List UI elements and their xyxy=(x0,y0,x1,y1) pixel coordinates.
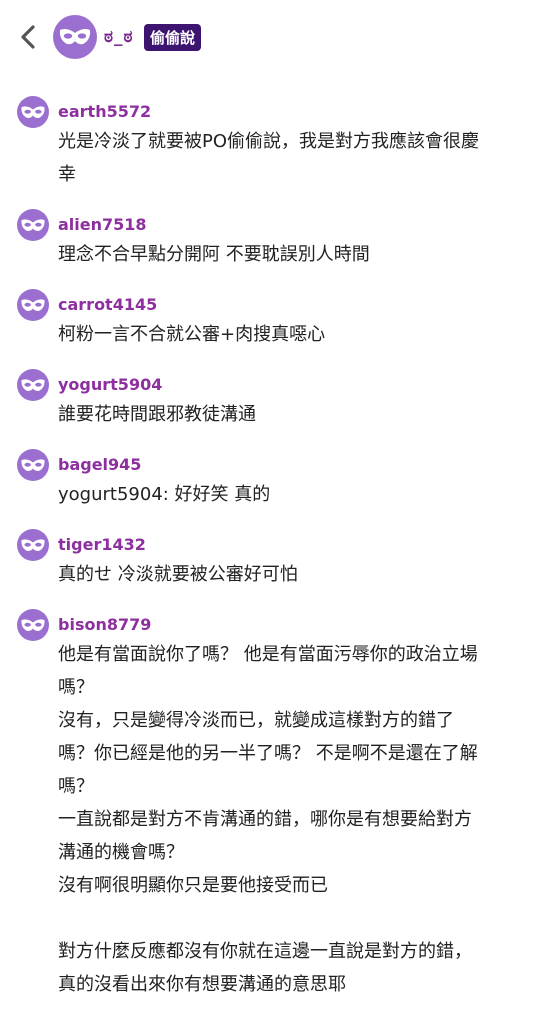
avatar[interactable] xyxy=(17,209,49,241)
comment-line: 沒有啊很明顯你只是要他接受而已 xyxy=(58,875,328,896)
chevron-left-icon[interactable] xyxy=(14,22,44,52)
board-name[interactable]: ಠ_ಠ xyxy=(104,27,134,47)
comment-line: 誰要花時間跟邪教徒溝通 xyxy=(58,404,256,425)
comment-username[interactable]: earth5572 xyxy=(58,92,550,126)
comment-text: yogurt5904: 好好笑 真的 xyxy=(58,478,528,511)
mask-icon xyxy=(21,298,45,311)
mask-icon xyxy=(21,618,45,631)
header: ಠ_ಠ 偷偷說 xyxy=(0,0,550,76)
comment-line: 柯粉一言不合就公審+肉搜真噁心 xyxy=(58,324,326,345)
comment-username[interactable]: tiger1432 xyxy=(58,525,550,559)
comment-line: 真的沒看出來你有想要溝通的意思耶 xyxy=(58,974,346,995)
comment-item: tiger1432 真的せ 冷淡就要被公審好可怕 xyxy=(0,525,550,591)
mask-icon xyxy=(21,458,45,471)
avatar[interactable] xyxy=(17,96,49,128)
avatar[interactable] xyxy=(53,15,97,59)
comment-item: yogurt5904 誰要花時間跟邪教徒溝通 xyxy=(0,365,550,431)
comment-text: 真的せ 冷淡就要被公審好可怕 xyxy=(58,558,528,591)
comment-username[interactable]: yogurt5904 xyxy=(58,365,550,399)
mask-icon xyxy=(59,29,91,45)
comment-text: 柯粉一言不合就公審+肉搜真噁心 xyxy=(58,318,528,351)
comment-line: 嗎？你已經是他的另一半了嗎？ 不是啊不是還在了解 xyxy=(58,743,478,764)
comment-text: 他是有當面說你了嗎？ 他是有當面污辱你的政治立場 嗎？ 沒有，只是變得冷淡而已，就變… xyxy=(58,638,528,1001)
avatar[interactable] xyxy=(17,609,49,641)
comment-line: 溝通的機會嗎？ xyxy=(58,842,184,863)
mask-icon xyxy=(21,378,45,391)
mask-icon xyxy=(21,218,45,231)
comment-item: bagel945 yogurt5904: 好好笑 真的 xyxy=(0,445,550,511)
comment-text: 理念不合早點分開阿 不要耽誤別人時間 xyxy=(58,238,528,271)
comment-username[interactable]: alien7518 xyxy=(58,205,550,239)
comment-username[interactable]: bison8779 xyxy=(58,605,550,639)
comment-username[interactable]: carrot4145 xyxy=(58,285,550,319)
comment-item: alien7518 理念不合早點分開阿 不要耽誤別人時間 xyxy=(0,205,550,271)
board-badge[interactable]: 偷偷說 xyxy=(144,24,202,51)
comment-list: earth5572 光是冷淡了就要被PO偷偷說，我是對方我應該會很慶幸 alien7… xyxy=(0,92,550,1015)
avatar[interactable] xyxy=(17,369,49,401)
comment-line: 光是冷淡了就要被PO偷偷說，我是對方我應該會很慶 xyxy=(58,131,480,152)
comment-line: 嗎？ xyxy=(58,776,94,797)
comment-item: bison8779 他是有當面說你了嗎？ 他是有當面污辱你的政治立場 嗎？ 沒有，只是… xyxy=(0,605,550,1001)
mask-icon xyxy=(21,538,45,551)
comment-item: earth5572 光是冷淡了就要被PO偷偷說，我是對方我應該會很慶幸 xyxy=(0,92,550,191)
comment-line: yogurt5904: 好好笑 真的 xyxy=(58,484,271,505)
avatar[interactable] xyxy=(17,449,49,481)
comment-line: 對方什麼反應都沒有你就在這邊一直說是對方的錯， xyxy=(58,941,472,962)
comment-line: 幸 xyxy=(58,164,76,185)
comment-line: 一直說都是對方不肯溝通的錯，哪你是有想要給對方 xyxy=(58,809,472,830)
comment-line: 嗎？ xyxy=(58,677,94,698)
avatar[interactable] xyxy=(17,289,49,321)
comment-item: carrot4145 柯粉一言不合就公審+肉搜真噁心 xyxy=(0,285,550,351)
comment-line xyxy=(58,902,528,935)
comment-username[interactable]: bagel945 xyxy=(58,445,550,479)
comment-line: 他是有當面說你了嗎？ 他是有當面污辱你的政治立場 xyxy=(58,644,478,665)
comment-line: 沒有，只是變得冷淡而已，就變成這樣對方的錯了 xyxy=(58,710,454,731)
comment-line: 理念不合早點分開阿 不要耽誤別人時間 xyxy=(58,244,370,265)
comment-text: 誰要花時間跟邪教徒溝通 xyxy=(58,398,528,431)
comment-text: 光是冷淡了就要被PO偷偷說，我是對方我應該會很慶幸 xyxy=(58,125,528,191)
comment-line: 真的せ 冷淡就要被公審好可怕 xyxy=(58,564,298,585)
mask-icon xyxy=(21,105,45,118)
avatar[interactable] xyxy=(17,529,49,561)
